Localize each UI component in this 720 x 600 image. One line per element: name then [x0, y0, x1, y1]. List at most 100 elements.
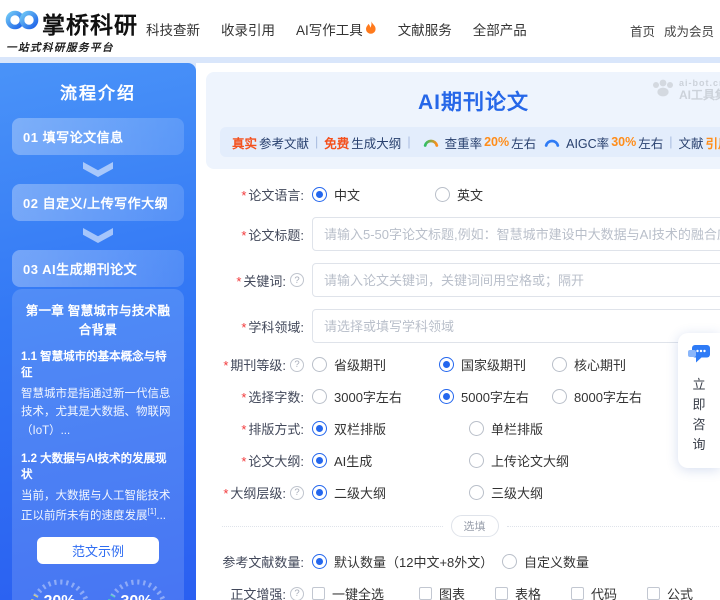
radio-label: 5000字左右: [461, 387, 529, 406]
hero-card: ai-bot.cn AI工具集 AI期刊论文 真实参考文献 | 免费生成大纲 |…: [206, 72, 720, 169]
row-outline-level: 大纲层级: 二级大纲 三级大纲: [196, 483, 720, 502]
mini-gauge-icon: [417, 134, 443, 150]
menu-item-all-products[interactable]: 全部产品: [473, 19, 527, 39]
menu-item-ai-writing[interactable]: AI写作工具: [296, 19, 377, 39]
menu-item-citation[interactable]: 收录引用: [221, 19, 275, 39]
field-label: 学科领域:: [241, 317, 304, 336]
feature-strip: 真实参考文献 | 免费生成大纲 | 查重率20%左右 AIGC率30% 左右: [220, 127, 720, 157]
radio-provincial-journal[interactable]: 省级期刊: [312, 355, 439, 374]
checkbox-label: 图表: [439, 584, 465, 600]
radio-icon: [312, 554, 327, 569]
menu-item-tech-novelty[interactable]: 科技查新: [146, 19, 200, 39]
radio-label: 中文: [334, 185, 360, 204]
checkbox-label: 一键全选: [332, 584, 384, 600]
radio-5000-words[interactable]: 5000字左右: [439, 387, 552, 406]
strip-separator: |: [407, 135, 410, 149]
step-card-3: 03 AI生成期刊论文: [12, 250, 184, 287]
strip-separator: |: [315, 135, 318, 149]
process-sidebar: 流程介绍 01 填写论文信息 02 自定义/上传写作大纲 03 AI生成期刊论文…: [0, 63, 196, 600]
row-keywords: 关键词:: [196, 263, 720, 297]
strip-references: 参考文献: [259, 133, 309, 152]
strip-separator: |: [669, 135, 672, 149]
radio-icon: [469, 453, 484, 468]
optional-pill: 选填: [451, 515, 499, 537]
radio-single-column[interactable]: 单栏排版: [469, 419, 543, 438]
optional-divider: 选填: [222, 515, 720, 537]
consult-widget[interactable]: 立即咨询: [678, 333, 720, 468]
menu-item-ai-writing-label: AI写作工具: [296, 19, 363, 39]
strip-dup-unit: 左右: [511, 133, 536, 152]
keywords-input[interactable]: [312, 263, 720, 297]
checkbox-charts[interactable]: 图表: [419, 584, 495, 600]
duplicate-rate-gauge: 20% 左右 查重率: [26, 576, 94, 600]
help-icon[interactable]: [290, 486, 304, 500]
radio-two-column[interactable]: 双栏排版: [312, 419, 469, 438]
checkbox-select-all[interactable]: 一键全选: [312, 584, 419, 600]
radio-label: 核心期刊: [574, 355, 626, 374]
sample-example-button[interactable]: 范文示例: [37, 537, 159, 564]
radio-icon: [552, 357, 567, 372]
row-ref-count: 参考文献数量: 默认数量（12中文+8外文） 自定义数量: [196, 552, 720, 571]
strip-literature: 文献: [678, 133, 703, 152]
strip-free: 免费: [324, 133, 349, 152]
radio-label: 自定义数量: [524, 552, 589, 571]
menu-item-membership[interactable]: 成为会员: [664, 21, 714, 40]
title-input[interactable]: [312, 217, 720, 251]
checkbox-icon: [419, 587, 432, 600]
watermark-name: AI工具集: [679, 89, 720, 102]
help-icon[interactable]: [290, 358, 304, 372]
checkbox-label: 公式: [667, 584, 693, 600]
row-enhance: 正文增强: 一键全选 图表 表格 代码 公式: [196, 584, 720, 600]
preview-section1-body: 智慧城市是指通过新一代信息技术，尤其是大数据、物联网（IoT）...: [21, 385, 175, 440]
paw-logo-icon: [651, 79, 675, 102]
strip-outline: 生成大纲: [351, 133, 401, 152]
checkbox-tables[interactable]: 表格: [495, 584, 571, 600]
checkbox-code[interactable]: 代码: [571, 584, 647, 600]
sample-preview-panel: 第一章 智慧城市与技术融合背景 1.1 智慧城市的基本概念与特征 智慧城市是指通…: [12, 289, 184, 600]
radio-8000-words[interactable]: 8000字左右: [552, 387, 642, 406]
preview-chapter-title: 第一章 智慧城市与技术融合背景: [21, 300, 175, 338]
help-icon[interactable]: [290, 587, 304, 600]
checkbox-icon: [495, 587, 508, 600]
field-label: 大纲层级:: [223, 483, 286, 502]
menu-item-literature[interactable]: 文献服务: [398, 19, 452, 39]
help-icon[interactable]: [290, 273, 304, 287]
radio-three-level-outline[interactable]: 三级大纲: [469, 483, 543, 502]
gauge-value: 20%: [26, 593, 94, 600]
checkbox-icon: [571, 587, 584, 600]
rate-gauges: 20% 左右 查重率 30%: [21, 576, 175, 600]
field-label: 排版方式:: [241, 419, 304, 438]
strip-aigc-unit: 左右: [638, 133, 663, 152]
checkbox-label: 表格: [515, 584, 541, 600]
radio-3000-words[interactable]: 3000字左右: [312, 387, 439, 406]
mini-gauge-icon: [538, 134, 564, 150]
radio-icon: [469, 421, 484, 436]
radio-upload-outline[interactable]: 上传论文大纲: [469, 451, 569, 470]
menu-item-home[interactable]: 首页: [630, 21, 655, 40]
page-content: 流程介绍 01 填写论文信息 02 自定义/上传写作大纲 03 AI生成期刊论文…: [0, 57, 720, 600]
field-label: 论文大纲:: [241, 451, 304, 470]
field-label: 关键词:: [236, 271, 286, 290]
radio-ai-outline[interactable]: AI生成: [312, 451, 469, 470]
radio-icon: [312, 453, 327, 468]
radio-label: 8000字左右: [574, 387, 642, 406]
brand-logo[interactable]: 掌桥科研 一站式科研服务平台: [4, 2, 140, 55]
radio-two-level-outline[interactable]: 二级大纲: [312, 483, 469, 502]
infinity-logo-icon: [4, 8, 40, 38]
radio-label: 默认数量（12中文+8外文）: [334, 552, 493, 571]
radio-core-journal[interactable]: 核心期刊: [552, 355, 626, 374]
radio-language-chinese[interactable]: 中文: [312, 185, 435, 204]
radio-icon: [552, 389, 567, 404]
field-label: 参考文献数量:: [222, 552, 304, 571]
radio-default-ref-count[interactable]: 默认数量（12中文+8外文）: [312, 552, 502, 571]
radio-language-english[interactable]: 英文: [435, 185, 483, 204]
radio-icon: [312, 485, 327, 500]
radio-icon: [312, 187, 327, 202]
subject-input[interactable]: [312, 309, 720, 343]
field-label: 论文语言:: [241, 185, 304, 204]
radio-national-journal[interactable]: 国家级期刊: [439, 355, 552, 374]
arrow-down-icon: [83, 162, 113, 177]
form-main: ai-bot.cn AI工具集 AI期刊论文 真实参考文献 | 免费生成大纲 |…: [196, 63, 720, 600]
checkbox-formula[interactable]: 公式: [647, 584, 693, 600]
radio-custom-ref-count[interactable]: 自定义数量: [502, 552, 589, 571]
